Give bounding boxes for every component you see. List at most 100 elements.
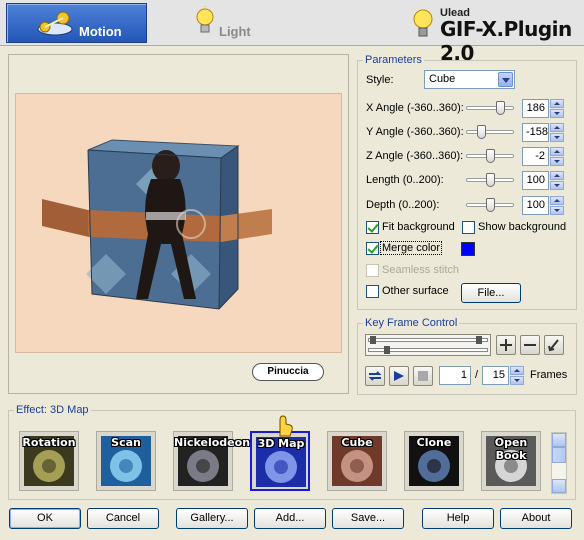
spin-up-icon[interactable] (550, 171, 564, 180)
slider-value-input[interactable]: 100 (522, 171, 549, 190)
style-select[interactable]: Cube (424, 70, 515, 89)
slider-spinner[interactable] (550, 99, 564, 118)
slider-thumb[interactable] (486, 173, 495, 187)
about-button[interactable]: About (500, 508, 572, 529)
effect-tile[interactable]: Open Book (481, 431, 541, 491)
slider-track[interactable] (466, 106, 514, 110)
style-label: Style: (366, 74, 394, 86)
spin-down-icon[interactable] (550, 157, 564, 166)
effect-tile-label: Open Book (494, 436, 528, 462)
effects-scrollbar[interactable] (551, 432, 567, 494)
total-frames-spinner[interactable] (510, 366, 524, 385)
spin-down-icon[interactable] (550, 133, 564, 142)
preview-canvas (15, 93, 342, 353)
slider-spinner[interactable] (550, 171, 564, 190)
cube-preview-image (42, 139, 272, 310)
effect-tile-label: Scan (111, 436, 141, 449)
slider-track[interactable] (466, 130, 514, 134)
slider-spinner[interactable] (550, 196, 564, 215)
slider-value-input[interactable]: -158 (522, 123, 549, 142)
effect-tile-label: Cube (341, 436, 373, 449)
slider-thumb[interactable] (486, 198, 495, 212)
spin-up-icon[interactable] (550, 147, 564, 156)
effect-tile[interactable]: 3D Map (250, 431, 310, 491)
stop-icon (418, 371, 428, 381)
other-surface-label: Other surface (382, 285, 449, 297)
spin-up-icon[interactable] (550, 123, 564, 132)
timeline-end-marker[interactable] (476, 336, 482, 344)
fit-background-label: Fit background (382, 221, 455, 233)
add-button[interactable]: Add... (254, 508, 326, 529)
scroll-down-icon[interactable] (552, 479, 566, 493)
cancel-button[interactable]: Cancel (87, 508, 159, 529)
brand-bulb-icon (413, 9, 433, 37)
seamless-stitch-checkbox[interactable] (366, 264, 379, 277)
show-background-checkbox[interactable] (462, 221, 475, 234)
add-keyframe-button[interactable] (496, 335, 516, 355)
remove-keyframe-button[interactable] (520, 335, 540, 355)
style-select-value: Cube (429, 73, 456, 85)
slider-label: Y Angle (-360..360): (366, 126, 464, 138)
slider-thumb[interactable] (477, 125, 486, 139)
slider-value-input[interactable]: 100 (522, 196, 549, 215)
slider-spinner[interactable] (550, 123, 564, 142)
slider-label: Z Angle (-360..360): (366, 150, 464, 162)
file-button[interactable]: File... (461, 283, 521, 303)
spin-up-icon[interactable] (510, 366, 524, 375)
brand-title: GIF-X.Plugin 2.0 (440, 17, 572, 65)
frame-separator: / (475, 369, 479, 381)
effect-tile[interactable]: Scan (96, 431, 156, 491)
effect-tile[interactable]: Cube (327, 431, 387, 491)
effect-tile-label: Clone (416, 436, 452, 449)
fit-background-checkbox[interactable] (366, 221, 379, 234)
timeline-keyframe-marker[interactable] (384, 346, 390, 354)
effects-title: Effect: 3D Map (14, 404, 91, 416)
reverse-keyframe-button[interactable] (544, 335, 564, 355)
chevron-down-icon[interactable] (498, 72, 513, 87)
scroll-thumb[interactable] (552, 447, 566, 463)
spin-down-icon[interactable] (550, 109, 564, 118)
slider-value-input[interactable]: 186 (522, 99, 549, 118)
plus-icon (500, 339, 512, 351)
merge-color-checkbox[interactable] (366, 242, 379, 255)
pointer-hand-icon (279, 415, 293, 437)
credit-badge: Pinuccia (252, 363, 324, 381)
effect-tile-label: Rotation (22, 436, 76, 449)
gallery-button[interactable]: Gallery... (176, 508, 248, 529)
slider-value-input[interactable]: -2 (522, 147, 549, 166)
stop-button[interactable] (413, 366, 433, 386)
save-button[interactable]: Save... (332, 508, 404, 529)
motion-icon (37, 11, 73, 36)
play-button[interactable] (389, 366, 409, 386)
keyframe-title: Key Frame Control (363, 317, 460, 329)
tab-motion[interactable]: Motion (6, 3, 147, 43)
timeline-start-marker[interactable] (370, 336, 376, 344)
spin-up-icon[interactable] (550, 196, 564, 205)
merge-color-swatch[interactable] (461, 242, 475, 256)
parameters-title: Parameters (363, 54, 424, 66)
spin-up-icon[interactable] (550, 99, 564, 108)
other-surface-checkbox[interactable] (366, 285, 379, 298)
slider-thumb[interactable] (496, 101, 505, 115)
effect-tile[interactable]: Nickelodeon (173, 431, 250, 491)
slider-label: Length (0..200): (366, 174, 444, 186)
scroll-up-icon[interactable] (552, 433, 566, 447)
effect-tile[interactable]: Clone (404, 431, 464, 491)
slider-spinner[interactable] (550, 147, 564, 166)
total-frames-input[interactable]: 15 (482, 366, 509, 385)
frames-label: Frames (530, 369, 568, 381)
tab-light[interactable]: Light (185, 6, 295, 42)
ok-button[interactable]: OK (9, 508, 81, 529)
help-button[interactable]: Help (422, 508, 494, 529)
slider-label: Depth (0..200): (366, 199, 440, 211)
spin-down-icon[interactable] (550, 206, 564, 215)
current-frame-input[interactable]: 1 (439, 366, 471, 385)
loop-button[interactable] (365, 366, 385, 386)
play-icon (394, 371, 404, 381)
slider-thumb[interactable] (486, 149, 495, 163)
effect-tile[interactable]: Rotation (19, 431, 79, 491)
spin-down-icon[interactable] (510, 376, 524, 385)
show-background-label: Show background (478, 221, 567, 233)
spin-down-icon[interactable] (550, 181, 564, 190)
timeline-track[interactable] (365, 334, 491, 356)
